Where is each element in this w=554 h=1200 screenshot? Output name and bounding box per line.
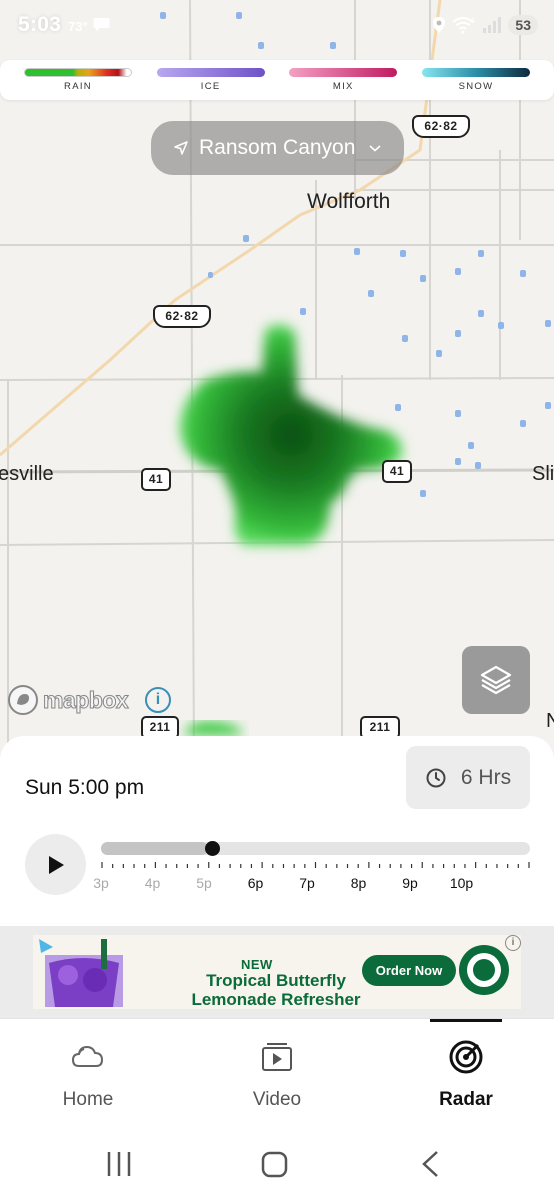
wifi-icon: 6 xyxy=(452,17,475,34)
map-layers-button[interactable] xyxy=(462,646,530,714)
ad-choices-icon xyxy=(39,939,53,953)
place-right-edge: Sli xyxy=(532,463,554,485)
duration-button[interactable]: 6 Hrs xyxy=(406,746,530,809)
status-temperature: 73° xyxy=(68,19,88,34)
place-far-right: N xyxy=(546,710,554,732)
location-arrow-icon xyxy=(174,141,188,155)
system-navigation-bar xyxy=(0,1130,554,1200)
current-frame-time: Sun 5:00 pm xyxy=(25,776,145,799)
nav-radar[interactable]: Radar xyxy=(374,1019,554,1131)
timeline-tick-label: 3p xyxy=(93,875,109,891)
ad-info-icon[interactable]: i xyxy=(505,935,521,951)
timeline-tick-label: 5p xyxy=(196,875,212,891)
back-icon[interactable] xyxy=(422,1151,438,1177)
status-bar: 5:03 73° 6 53 xyxy=(0,0,554,52)
mapbox-icon xyxy=(8,685,38,715)
timeline-tick-label: 10p xyxy=(449,875,474,891)
timeline-slider[interactable] xyxy=(101,841,530,856)
legend-snow: SNOW xyxy=(421,68,530,92)
timeline-tick-label: 9p xyxy=(402,875,418,891)
legend-rain-label: RAIN xyxy=(64,81,92,92)
home-icon[interactable] xyxy=(261,1151,288,1178)
status-time: 5:03 xyxy=(18,13,62,36)
chevron-down-icon xyxy=(369,145,381,152)
timeline-progress xyxy=(101,842,209,855)
timeline-ticks xyxy=(101,862,530,868)
location-selector[interactable]: Ransom Canyon xyxy=(151,121,404,175)
battery-level: 53 xyxy=(508,15,538,35)
cloud-icon xyxy=(71,1045,104,1067)
attribution-info-icon[interactable]: i xyxy=(145,687,171,713)
location-name: Ransom Canyon xyxy=(199,136,356,159)
ad-headline: Tropical Butterfly Lemonade Refresher xyxy=(191,971,361,1009)
legend-ice: ICE xyxy=(156,68,265,92)
radar-precipitation xyxy=(180,324,403,735)
mapbox-wordmark: mapbox xyxy=(42,686,129,713)
ad-order-now-button[interactable]: Order Now xyxy=(362,955,456,986)
mapbox-logo[interactable]: mapbox xyxy=(7,684,129,716)
radar-map[interactable]: Wolfforth esville Sli N 62·82 62·82 41 4… xyxy=(0,0,554,760)
timeline-panel: Sun 5:00 pm 6 Hrs 3p 4p 5p 6p 7p 8p 9p 10p xyxy=(0,736,554,926)
legend-snow-bar xyxy=(421,68,530,77)
timeline-tick-label: 6p xyxy=(247,875,264,891)
route-shield-41: 41 xyxy=(141,468,171,491)
timeline-tick-label: 8p xyxy=(350,875,367,891)
legend-mix-label: MIX xyxy=(332,81,354,92)
place-left-edge: esville xyxy=(0,463,54,485)
chat-bubble-icon xyxy=(93,18,110,31)
legend-ice-bar xyxy=(156,68,265,77)
play-icon xyxy=(48,855,64,874)
nav-video[interactable]: Video xyxy=(185,1019,369,1131)
timeline-tick-label: 7p xyxy=(299,875,315,891)
nav-home[interactable]: Home xyxy=(0,1019,180,1131)
ad-banner[interactable]: NEW Tropical Butterfly Lemonade Refreshe… xyxy=(0,926,554,1018)
nav-radar-label: Radar xyxy=(439,1089,493,1110)
timeline-thumb[interactable] xyxy=(205,841,221,856)
recent-apps-icon[interactable] xyxy=(107,1152,131,1176)
video-icon xyxy=(262,1043,292,1071)
system-nav-icons xyxy=(107,1151,438,1178)
nav-home-label: Home xyxy=(62,1089,114,1110)
legend-mix-bar xyxy=(289,68,398,77)
nav-video-label: Video xyxy=(252,1089,302,1110)
place-wolfforth: Wolfforth xyxy=(307,190,391,213)
legend-snow-label: SNOW xyxy=(458,81,494,92)
signal-icon xyxy=(483,17,502,33)
play-button[interactable] xyxy=(25,834,86,895)
timeline-tick-label: 4p xyxy=(144,875,161,891)
radar-screen: Wolfforth esville Sli N 62·82 62·82 41 4… xyxy=(0,0,554,1200)
legend-ice-label: ICE xyxy=(200,81,221,92)
precipitation-legend: RAIN ICE MIX SNOW xyxy=(0,60,554,100)
clock-icon xyxy=(426,768,446,787)
status-icons: 6 53 xyxy=(432,14,538,36)
ad-new-label: NEW xyxy=(241,957,273,972)
bottom-navigation: Home Video Radar xyxy=(0,1018,554,1130)
network-generation: 6 xyxy=(471,18,475,25)
legend-rain: RAIN xyxy=(24,68,132,92)
location-pin-icon xyxy=(433,17,446,33)
duration-label: 6 Hrs xyxy=(460,765,512,789)
us-highway-shield: 62·82 xyxy=(153,305,211,328)
layers-icon xyxy=(480,665,512,695)
legend-rain-bar xyxy=(24,68,132,77)
route-shield-41: 41 xyxy=(382,460,412,483)
radar-icon xyxy=(449,1040,483,1074)
us-highway-shield: 62·82 xyxy=(412,115,470,138)
legend-mix: MIX xyxy=(289,68,398,92)
